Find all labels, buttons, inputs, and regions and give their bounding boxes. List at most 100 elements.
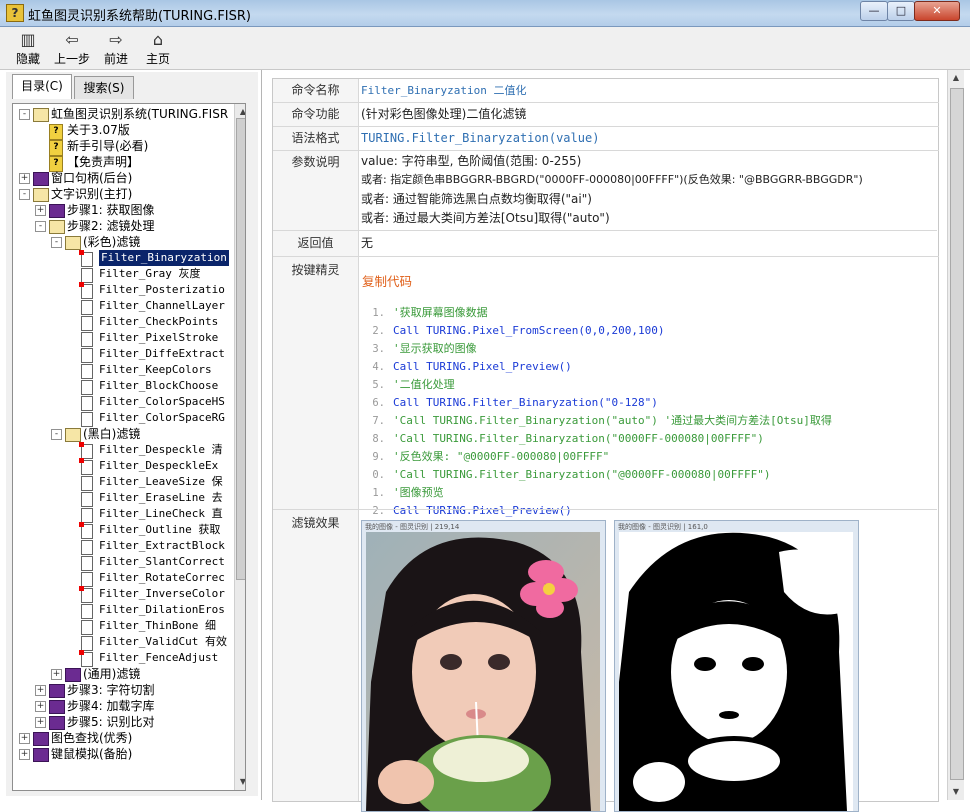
tree-item-label: Filter_DespeckleEx (99, 459, 219, 472)
collapse-icon[interactable]: - (35, 221, 46, 232)
tree-item[interactable]: ? 【免责声明】 (13, 154, 234, 172)
collapse-icon[interactable]: - (51, 237, 62, 248)
tree-item[interactable]: Filter_ChannelLayer (13, 298, 234, 315)
tab-search[interactable]: 搜索(S) (74, 76, 134, 99)
tree-item[interactable]: Filter_LeaveSize 保 (13, 474, 234, 491)
line-number: 8. (372, 433, 385, 445)
line-number: 3. (372, 343, 385, 355)
expand-icon[interactable]: + (35, 685, 46, 696)
content-scroll-thumb[interactable] (950, 88, 964, 780)
code-text: '显示获取的图像 (393, 342, 477, 355)
tree-item[interactable]: Filter_Binaryzation (13, 249, 234, 267)
tree-item[interactable]: ? 关于3.07版 (13, 122, 234, 140)
code-line: 2. Call TURING.Pixel_FromScreen(0,0,200,1… (359, 321, 664, 339)
tree-item-label: Filter_LineCheck 直 (99, 507, 223, 520)
param-line: value: 字符串型, 色阶阈值(范围: 0-255) (361, 154, 582, 168)
tree-item[interactable]: Filter_ThinBone 细 (13, 618, 234, 635)
back-label: 上一步 (53, 52, 90, 66)
close-button[interactable]: ✕ (914, 1, 960, 21)
forward-button[interactable]: ⇨ 前进 (94, 30, 138, 68)
maximize-button[interactable]: □ (887, 1, 915, 21)
tree-item[interactable]: + 步骤4: 加载字库 (13, 698, 234, 714)
expand-icon[interactable]: + (19, 733, 30, 744)
tree-item[interactable]: + 窗口句柄(后台) (13, 170, 234, 186)
tree-item[interactable]: Filter_FenceAdjust (13, 650, 234, 667)
tree-item[interactable]: Filter_DilationEros (13, 602, 234, 619)
tree-item[interactable]: - 虹鱼图灵识别系统(TURING.FISR (13, 106, 234, 122)
tree-item[interactable]: Filter_PixelStroke (13, 330, 234, 347)
tree-item[interactable]: Filter_Despeckle 清 (13, 442, 234, 459)
tree-item[interactable]: - 文字识别(主打) (13, 186, 234, 202)
return-value: 无 (359, 231, 939, 257)
minimize-button[interactable]: — (860, 1, 888, 21)
tree-item[interactable]: - 步骤2: 滤镜处理 (13, 218, 234, 234)
tree-item[interactable]: + 步骤3: 字符切割 (13, 682, 234, 698)
tree-item[interactable]: + 键鼠模拟(备胎) (13, 746, 234, 762)
cmd-func-value: (针对彩色图像处理)二值化滤镜 (359, 103, 939, 127)
tree-item[interactable]: Filter_LineCheck 直 (13, 506, 234, 523)
code-line: 9. '反色效果: "@0000FF-000080|00FFFF" (359, 447, 609, 465)
cmd-name-label: 命令名称 (273, 79, 359, 103)
tree-item[interactable]: Filter_DespeckleEx (13, 458, 234, 475)
tree-item[interactable]: + 图色查找(优秀) (13, 730, 234, 746)
tree-scrollbar[interactable]: ▲ ▼ (234, 104, 245, 790)
tree-item[interactable]: Filter_BlockChoose (13, 378, 234, 395)
toolbar: ▥ 隐藏 ⇦ 上一步 ⇨ 前进 ⌂ 主页 (0, 27, 970, 70)
line-number: 2. (372, 505, 385, 517)
tree-item[interactable]: - (黑白)滤镜 (13, 426, 234, 442)
code-line: 3. '显示获取的图像 (359, 339, 477, 357)
code-text: '获取屏幕图像数据 (393, 306, 488, 319)
code-line: 2. Call TURING.Pixel_Preview() (359, 501, 571, 519)
tree-item[interactable]: ? 新手引导(必看) (13, 138, 234, 156)
expand-icon[interactable]: + (51, 669, 62, 680)
expand-icon[interactable]: + (19, 173, 30, 184)
tree-item[interactable]: Filter_Posterizatio (13, 282, 234, 299)
content-scroll-down-icon[interactable]: ▼ (948, 784, 964, 800)
tree-item[interactable]: Filter_Gray 灰度 (13, 266, 234, 283)
tree-item-label: 步骤2: 滤镜处理 (67, 219, 155, 233)
tree-item[interactable]: Filter_KeepColors (13, 362, 234, 379)
tree-item[interactable]: Filter_ExtractBlock (13, 538, 234, 555)
tree-item[interactable]: Filter_ColorSpaceHS (13, 394, 234, 411)
cmd-name-value: Filter_Binaryzation 二值化 (359, 79, 939, 103)
tree-item[interactable]: Filter_DiffeExtract (13, 346, 234, 363)
tree-item[interactable]: + 步骤1: 获取图像 (13, 202, 234, 218)
param-line: 或者: 通过最大类间方差法[Otsu]取得("auto") (361, 211, 610, 225)
home-button[interactable]: ⌂ 主页 (136, 30, 180, 68)
tree-item[interactable]: Filter_RotateCorrec (13, 570, 234, 587)
copy-code-link[interactable]: 复制代码 (362, 271, 412, 290)
line-number: 7. (372, 415, 385, 427)
tree-item[interactable]: - (彩色)滤镜 (13, 234, 234, 250)
expand-icon[interactable]: + (19, 749, 30, 760)
expand-icon[interactable]: + (35, 701, 46, 712)
tab-contents[interactable]: 目录(C) (12, 74, 72, 99)
tree-item[interactable]: Filter_InverseColor (13, 586, 234, 603)
tree-item[interactable]: Filter_ColorSpaceRG (13, 410, 234, 427)
original-image-window: 我的图像 - 图灵识别 | 219,14 (361, 520, 606, 812)
tree-item[interactable]: + 步骤5: 识别比对 (13, 714, 234, 730)
expand-icon[interactable]: + (35, 717, 46, 728)
tree-scroll-thumb[interactable] (236, 118, 245, 580)
tree-item-label: 关于3.07版 (67, 123, 130, 137)
tree-item[interactable]: Filter_EraseLine 去 (13, 490, 234, 507)
tree-item[interactable]: Filter_SlantCorrect (13, 554, 234, 571)
collapse-icon[interactable]: - (19, 109, 30, 120)
tree-item[interactable]: + (通用)滤镜 (13, 666, 234, 682)
tree-item[interactable]: Filter_CheckPoints (13, 314, 234, 331)
content-scroll-up-icon[interactable]: ▲ (948, 70, 964, 86)
open-book-icon (49, 220, 65, 234)
collapse-icon[interactable]: - (19, 189, 30, 200)
scroll-down-icon[interactable]: ▼ (235, 774, 245, 790)
tree-item[interactable]: Filter_ValidCut 有效 (13, 634, 234, 651)
back-button[interactable]: ⇦ 上一步 (50, 30, 94, 68)
hide-button[interactable]: ▥ 隐藏 (6, 30, 50, 68)
code-text: 'Call TURING.Filter_Binaryzation("0000FF… (393, 432, 764, 445)
line-number: 1. (372, 307, 385, 319)
content-scrollbar[interactable]: ▲ ▼ (947, 70, 964, 800)
tree-item[interactable]: Filter_Outline 获取 (13, 522, 234, 539)
expand-icon[interactable]: + (35, 205, 46, 216)
line-number: 9. (372, 451, 385, 463)
code-line: 1. '获取屏幕图像数据 (359, 303, 488, 321)
collapse-icon[interactable]: - (51, 429, 62, 440)
page-icon (81, 476, 93, 491)
